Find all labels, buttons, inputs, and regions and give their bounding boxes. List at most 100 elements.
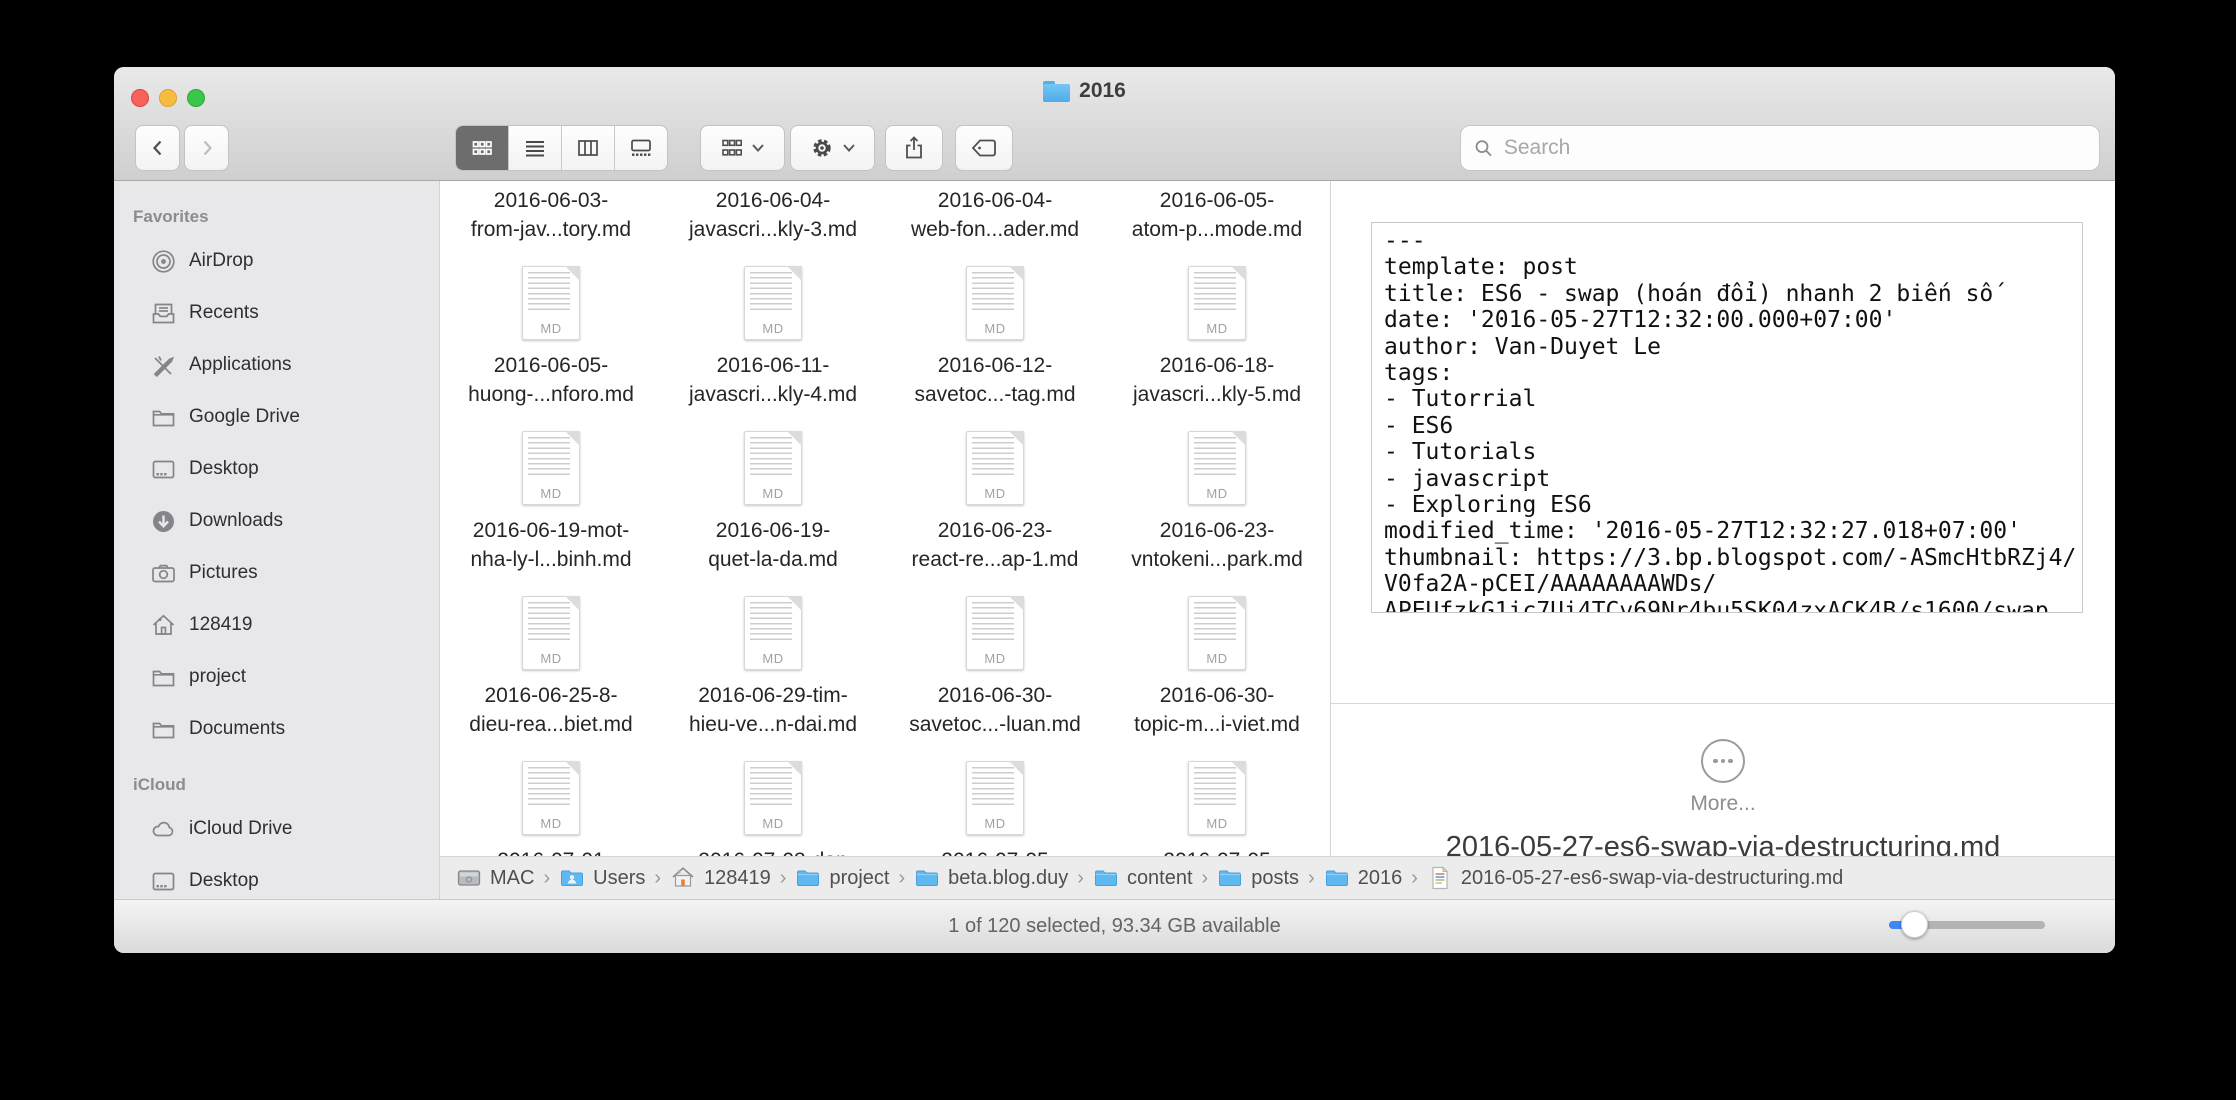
- file-item[interactable]: MD 2016-06-19-quet-la-da.md: [662, 431, 884, 596]
- preview-text-line: modified_time: '2016-05-27T12:32:27.018+…: [1384, 518, 2082, 544]
- coverflow-view-button[interactable]: [615, 126, 667, 170]
- users-folder-icon: [559, 865, 585, 891]
- icon-size-slider[interactable]: [1889, 921, 2045, 929]
- path-item[interactable]: beta.blog.duy: [914, 865, 1068, 891]
- file-item[interactable]: MD 2016-06-04-web-fon...ader.md: [884, 181, 1106, 266]
- applications-icon: [150, 352, 177, 379]
- sidebar-item-128419[interactable]: 128419: [114, 599, 439, 651]
- preview-text-line: APEUfzkG1ic7Ui4TCv69Nr4bu5SK04zxACK4B/s1…: [1384, 598, 2082, 613]
- folder-icon: [150, 664, 177, 691]
- sidebar-item-downloads[interactable]: Downloads: [114, 495, 439, 547]
- file-item[interactable]: MD 2016-07-05: [884, 761, 1106, 856]
- file-item[interactable]: MD 2016-06-25-8-dieu-rea...biet.md: [440, 596, 662, 761]
- back-button[interactable]: [135, 125, 180, 171]
- sidebar-item-label: project: [189, 666, 246, 688]
- group-by-button[interactable]: [700, 125, 785, 171]
- md-badge: MD: [523, 321, 579, 336]
- path-item[interactable]: posts: [1217, 865, 1299, 891]
- file-item[interactable]: MD 2016-07-05: [1106, 761, 1328, 856]
- path-item[interactable]: 2016: [1324, 865, 1403, 891]
- file-item[interactable]: MD 2016-07-03-dan: [662, 761, 884, 856]
- search-icon: [1473, 137, 1494, 159]
- sidebar-section: Favorites AirDrop Recents Applications G…: [114, 201, 439, 755]
- column-view-button[interactable]: [562, 126, 615, 170]
- sidebar-item-project[interactable]: project: [114, 651, 439, 703]
- path-item[interactable]: MAC: [456, 865, 534, 891]
- path-item[interactable]: project: [795, 865, 889, 891]
- view-switcher: [455, 125, 668, 171]
- file-item[interactable]: MD 2016-06-04-javascri...kly-3.md: [662, 181, 884, 266]
- content-column: MD 2016-06-03-from-jav...tory.md MD 2016…: [440, 181, 2115, 899]
- minimize-button[interactable]: [159, 89, 177, 107]
- preview-text-line: - Exploring ES6: [1384, 492, 2082, 518]
- path-item[interactable]: 2016-05-27-es6-swap-via-destructuring.md: [1427, 865, 1843, 891]
- close-button[interactable]: [131, 89, 149, 107]
- file-item[interactable]: MD 2016-06-18-javascri...kly-5.md: [1106, 266, 1328, 431]
- markdown-file-icon: MD: [744, 266, 802, 340]
- airdrop-icon: [150, 248, 177, 275]
- tag-button[interactable]: [955, 125, 1013, 171]
- zoom-button[interactable]: [187, 89, 205, 107]
- file-item[interactable]: MD 2016-06-30-savetoc...-luan.md: [884, 596, 1106, 761]
- sidebar-item-documents[interactable]: Documents: [114, 703, 439, 755]
- sidebar-item-google-drive[interactable]: Google Drive: [114, 391, 439, 443]
- preview-text-line: ---: [1384, 228, 2082, 254]
- icon-view-button[interactable]: [456, 126, 509, 170]
- slider-knob[interactable]: [1901, 911, 1928, 938]
- file-item[interactable]: MD 2016-06-12-savetoc...-tag.md: [884, 266, 1106, 431]
- file-name-label: 2016-07-01: [441, 846, 661, 856]
- file-item[interactable]: MD 2016-06-29-tim-hieu-ve...n-dai.md: [662, 596, 884, 761]
- markdown-file-icon: MD: [966, 596, 1024, 670]
- path-bar: MAC › Users › 128419 › project › beta.bl…: [440, 856, 2115, 899]
- path-separator: ›: [898, 867, 905, 890]
- sidebar-item-label: Downloads: [189, 510, 283, 532]
- file-item[interactable]: MD 2016-06-05-huong-...nforo.md: [440, 266, 662, 431]
- markdown-file-icon: MD: [966, 266, 1024, 340]
- path-item[interactable]: content: [1093, 865, 1193, 891]
- window-title: 2016: [1079, 79, 1126, 103]
- path-item-label: content: [1127, 867, 1193, 890]
- search-field[interactable]: [1460, 125, 2100, 171]
- action-gear-button[interactable]: [790, 125, 875, 171]
- file-item[interactable]: MD 2016-07-01: [440, 761, 662, 856]
- sidebar-item-recents[interactable]: Recents: [114, 287, 439, 339]
- sidebar-item-desktop[interactable]: Desktop: [114, 855, 439, 899]
- file-name-label: 2016-06-30-topic-m...i-viet.md: [1107, 681, 1327, 739]
- file-item[interactable]: MD 2016-06-03-from-jav...tory.md: [440, 181, 662, 266]
- markdown-file-icon: MD: [522, 266, 580, 340]
- titlebar[interactable]: 2016: [114, 67, 2115, 115]
- file-item[interactable]: MD 2016-06-19-mot-nha-ly-l...binh.md: [440, 431, 662, 596]
- file-item[interactable]: MD 2016-06-05-atom-p...mode.md: [1106, 181, 1328, 266]
- window-chrome: 2016: [114, 67, 2115, 181]
- file-name-label: 2016-06-12-savetoc...-tag.md: [885, 351, 1105, 409]
- file-grid[interactable]: MD 2016-06-03-from-jav...tory.md MD 2016…: [440, 181, 1330, 856]
- md-badge: MD: [745, 321, 801, 336]
- file-name-label: 2016-06-11-javascri...kly-4.md: [663, 351, 883, 409]
- more-button[interactable]: More...: [1331, 739, 2115, 816]
- file-item[interactable]: MD 2016-06-11-javascri...kly-4.md: [662, 266, 884, 431]
- list-view-button[interactable]: [509, 126, 562, 170]
- markdown-file-icon: MD: [522, 761, 580, 835]
- file-item[interactable]: MD 2016-06-23-vntokeni...park.md: [1106, 431, 1328, 596]
- sidebar-item-applications[interactable]: Applications: [114, 339, 439, 391]
- file-item[interactable]: MD 2016-06-30-topic-m...i-viet.md: [1106, 596, 1328, 761]
- path-item[interactable]: 128419: [670, 865, 771, 891]
- md-badge: MD: [745, 486, 801, 501]
- share-button[interactable]: [885, 125, 943, 171]
- path-item[interactable]: Users: [559, 865, 645, 891]
- sidebar-item-desktop[interactable]: Desktop: [114, 443, 439, 495]
- forward-button[interactable]: [184, 125, 229, 171]
- search-input[interactable]: [1502, 135, 2087, 161]
- content-panes: MD 2016-06-03-from-jav...tory.md MD 2016…: [440, 181, 2115, 856]
- window-title-group: 2016: [1043, 79, 1126, 103]
- sidebar-item-airdrop[interactable]: AirDrop: [114, 235, 439, 287]
- preview-text-line: - Tutorrial: [1384, 386, 2082, 412]
- preview-filename: 2016-05-27-es6-swap-via-destructuring.md: [1331, 831, 2115, 856]
- preview-divider: [1331, 703, 2115, 704]
- md-badge: MD: [1189, 321, 1245, 336]
- markdown-file-icon: MD: [522, 596, 580, 670]
- file-item[interactable]: MD 2016-06-23-react-re...ap-1.md: [884, 431, 1106, 596]
- sidebar-item-icloud-drive[interactable]: iCloud Drive: [114, 803, 439, 855]
- folder-icon: [795, 865, 821, 891]
- sidebar-item-pictures[interactable]: Pictures: [114, 547, 439, 599]
